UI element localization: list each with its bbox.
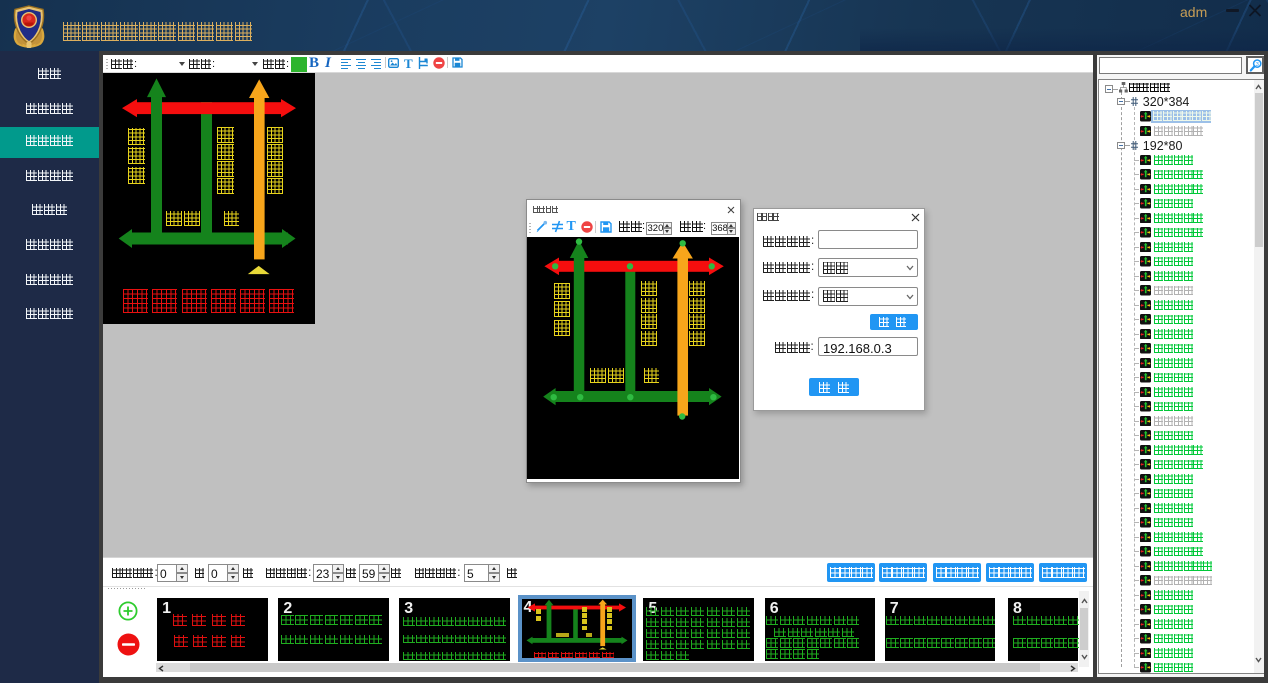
svg-text:3: 3 [1256,61,1259,67]
